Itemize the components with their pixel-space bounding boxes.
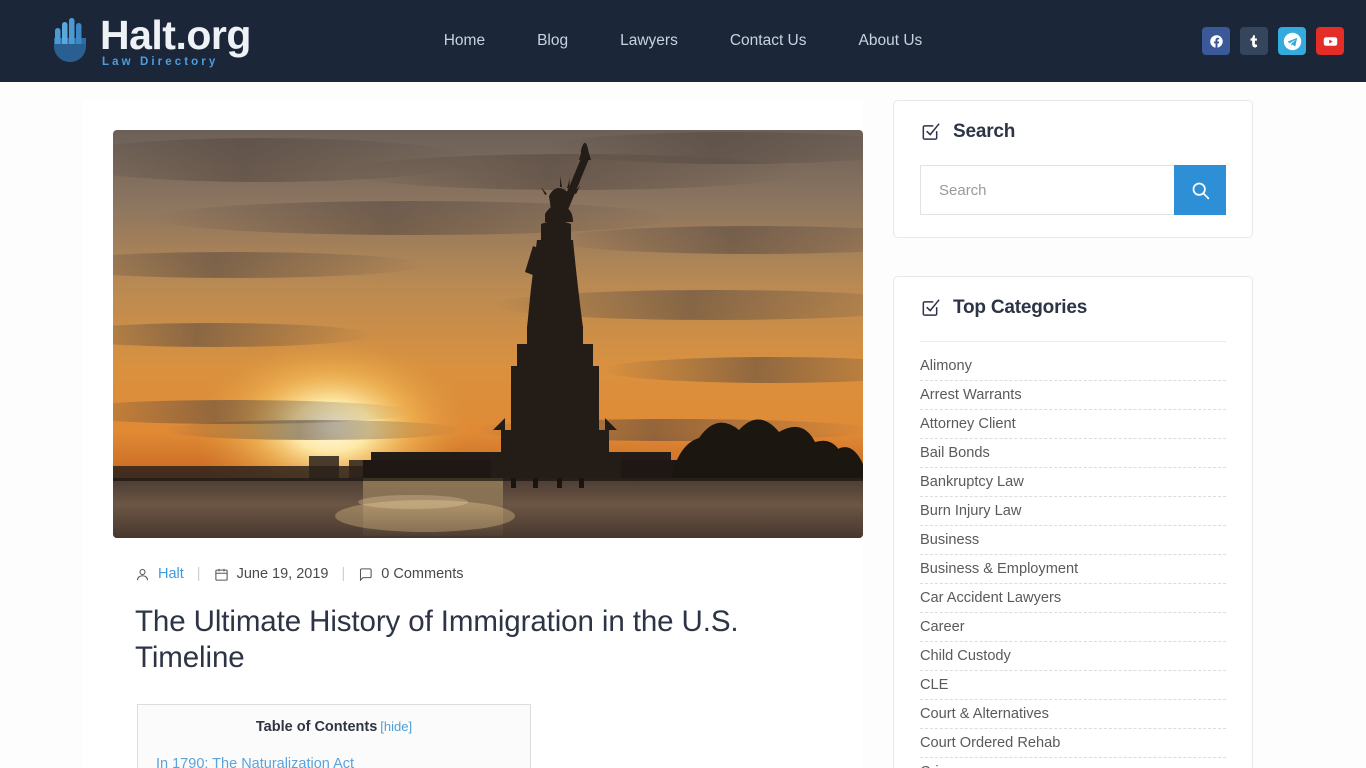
site-header: Halt.org Law Directory Home Blog Lawyers… bbox=[0, 0, 1366, 82]
tumblr-link[interactable] bbox=[1240, 27, 1268, 55]
search-input[interactable] bbox=[920, 165, 1174, 215]
social-links bbox=[1202, 27, 1344, 55]
statue-of-liberty-sunset-illustration bbox=[113, 130, 863, 538]
sidebar: Search Top Categories bbox=[893, 100, 1253, 768]
tumblr-icon bbox=[1249, 34, 1257, 48]
toc-hide-toggle[interactable]: [hide] bbox=[380, 719, 412, 734]
telegram-link[interactable] bbox=[1278, 27, 1306, 55]
comment-icon bbox=[358, 567, 373, 582]
checkbox-check-icon bbox=[922, 299, 940, 316]
category-item[interactable]: Burn Injury Law bbox=[920, 497, 1226, 526]
category-item[interactable]: Career bbox=[920, 613, 1226, 642]
nav-item-blog[interactable]: Blog bbox=[511, 24, 594, 58]
search-widget: Search bbox=[893, 100, 1253, 238]
hand-logo-icon bbox=[54, 18, 86, 62]
checkbox-check-icon bbox=[922, 123, 940, 140]
search-row bbox=[920, 165, 1226, 215]
nav-item-contact-us[interactable]: Contact Us bbox=[704, 24, 833, 58]
search-widget-title: Search bbox=[953, 121, 1016, 142]
category-item[interactable]: Attorney Client bbox=[920, 410, 1226, 439]
post-content-column: Halt | June 19, 2019 | 0 Comments The Ul… bbox=[83, 100, 863, 768]
post-meta: Halt | June 19, 2019 | 0 Comments bbox=[135, 566, 833, 582]
category-item[interactable]: Crimes bbox=[920, 758, 1226, 768]
post-date: June 19, 2019 bbox=[214, 566, 329, 582]
nav-item-lawyers[interactable]: Lawyers bbox=[594, 24, 704, 58]
youtube-icon bbox=[1323, 36, 1337, 46]
toc-title: Table of Contents bbox=[255, 718, 378, 735]
toc-list: In 1790: The Naturalization Act In 1815 … bbox=[156, 753, 512, 768]
search-icon bbox=[1192, 182, 1209, 199]
category-item[interactable]: Business & Employment bbox=[920, 555, 1226, 584]
post-comments[interactable]: 0 Comments bbox=[358, 566, 463, 582]
search-submit-button[interactable] bbox=[1174, 165, 1226, 215]
site-logo[interactable]: Halt.org Law Directory bbox=[50, 13, 251, 69]
calendar-icon bbox=[214, 567, 229, 582]
category-item[interactable]: CLE bbox=[920, 671, 1226, 700]
categories-list: Alimony Arrest Warrants Attorney Client … bbox=[920, 356, 1226, 768]
category-item[interactable]: Business bbox=[920, 526, 1226, 555]
page-body: Halt | June 19, 2019 | 0 Comments The Ul… bbox=[0, 82, 1366, 768]
category-item[interactable]: Child Custody bbox=[920, 642, 1226, 671]
user-icon bbox=[135, 567, 150, 582]
facebook-icon bbox=[1209, 34, 1223, 48]
category-item[interactable]: Arrest Warrants bbox=[920, 381, 1226, 410]
telegram-icon bbox=[1283, 32, 1301, 50]
category-item[interactable]: Bankruptcy Law bbox=[920, 468, 1226, 497]
toc-header: Table of Contents [hide] bbox=[156, 719, 512, 735]
search-widget-header: Search bbox=[920, 121, 1226, 143]
meta-separator-2: | bbox=[341, 566, 346, 582]
category-item[interactable]: Car Accident Lawyers bbox=[920, 584, 1226, 613]
category-item[interactable]: Court & Alternatives bbox=[920, 700, 1226, 729]
meta-separator-1: | bbox=[196, 566, 201, 582]
post-author[interactable]: Halt bbox=[135, 566, 184, 582]
category-item[interactable]: Court Ordered Rehab bbox=[920, 729, 1226, 758]
nav-item-home[interactable]: Home bbox=[418, 24, 511, 58]
logo-title: Halt.org bbox=[100, 12, 251, 59]
category-item[interactable]: Bail Bonds bbox=[920, 439, 1226, 468]
logo-tagline: Law Directory bbox=[102, 56, 219, 69]
categories-widget-header: Top Categories bbox=[920, 297, 1226, 319]
facebook-link[interactable] bbox=[1202, 27, 1230, 55]
categories-divider bbox=[920, 341, 1226, 342]
toc-item[interactable]: In 1790: The Naturalization Act bbox=[156, 753, 512, 768]
categories-widget-title: Top Categories bbox=[953, 297, 1088, 318]
youtube-link[interactable] bbox=[1316, 27, 1344, 55]
post-author-name[interactable]: Halt bbox=[158, 566, 184, 582]
post-date-text: June 19, 2019 bbox=[236, 566, 329, 582]
post-title: The Ultimate History of Immigration in t… bbox=[135, 605, 739, 674]
post-comments-count: 0 Comments bbox=[381, 566, 464, 582]
table-of-contents: Table of Contents [hide] In 1790: The Nat… bbox=[137, 703, 531, 768]
category-item[interactable]: Alimony bbox=[920, 356, 1226, 381]
post-hero-image bbox=[113, 130, 863, 538]
main-navigation: Home Blog Lawyers Contact Us About Us bbox=[418, 24, 949, 58]
nav-item-about-us[interactable]: About Us bbox=[833, 24, 949, 58]
top-categories-widget: Top Categories Alimony Arrest Warrants A… bbox=[893, 276, 1253, 768]
